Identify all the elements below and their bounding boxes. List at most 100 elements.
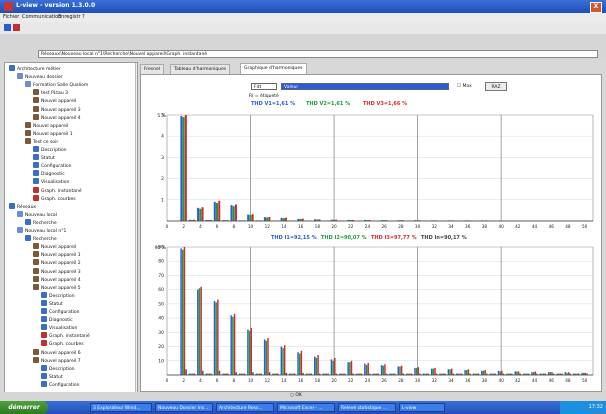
tree-item[interactable]: test PLtau 3 [33,89,68,97]
tree-item[interactable]: Graph. instantané [33,186,82,195]
tree-item[interactable]: Nouvel appareil 7 [33,356,81,365]
tree-item[interactable]: Test ce soir [25,137,58,146]
tree-item[interactable]: Réseaux [9,202,36,211]
tree-item[interactable]: Statut [41,372,63,381]
y-tick-label: 40 [158,316,164,322]
menu-help[interactable]: ? [82,14,85,20]
tree-item[interactable]: Nouvel appareil 2 [33,259,81,267]
tree-item[interactable]: Description [41,364,75,373]
tree-item[interactable]: Configuration [41,380,80,389]
tab-fresnel[interactable]: Fresnel [140,64,164,74]
x-tick-label: 18 [315,224,321,229]
source-select[interactable]: Valeur [281,83,449,90]
tree-item[interactable]: Graph. instantané [41,332,90,340]
tree-scrollbar[interactable] [135,63,137,393]
bar [197,207,200,221]
tree-item[interactable]: Nouvel appareil 1 [25,129,73,138]
bar [248,330,251,375]
y-tick-label: 60 [158,287,164,293]
tree-item[interactable]: Configuration [41,308,80,316]
record-icon[interactable] [13,24,20,31]
tree-item[interactable]: Nouvel appareil 3 [33,105,81,114]
tree-item[interactable]: Configuration [33,162,72,170]
x-tick-label: 34 [448,378,454,383]
bar [282,218,285,221]
reset-button[interactable]: RAZ [485,82,507,91]
bar [464,370,466,375]
task-architecture[interactable]: Architecture Ress... [216,403,274,412]
mode-select[interactable]: Fdt [251,83,277,90]
tree-item[interactable]: Nouvel appareil 1 [33,251,81,259]
tab-harmonics-table[interactable]: Tableau d'harmoniques [170,64,231,74]
tree-item[interactable]: Nouvel appareil 4 [33,275,81,284]
chart-icon [33,178,39,185]
bar [347,362,349,375]
tree-item[interactable]: Recherche [25,218,57,227]
max-checkbox[interactable]: ☐ Max [457,83,472,90]
search-icon [25,218,31,225]
tree-item[interactable]: Statut [33,154,55,162]
task-releve[interactable]: Relevé statistique ... [338,403,396,412]
tree-item[interactable]: Description [41,291,75,300]
tree-item[interactable]: Nouvel appareil [25,121,68,130]
x-tick-label: 14 [281,224,287,229]
close-button[interactable]: X [590,2,602,13]
tree-item-label: Nouvel appareil 4 [41,277,81,283]
tree-item[interactable]: Nouvel appareil 3 [33,267,81,276]
open-icon[interactable] [4,24,11,31]
tree-item-label: Description [41,148,67,153]
bar [268,216,271,221]
tree-item[interactable]: Nouveau dossier [17,73,63,81]
tree-item[interactable]: Nouvel appareil 4 [33,113,81,122]
device-icon [33,267,39,274]
ok-indicator[interactable]: ○ OK [290,393,302,398]
device-icon [33,356,39,363]
tree-item[interactable]: Nouveau local n°1 [17,227,66,235]
bar [201,207,204,221]
bar [265,340,268,375]
menu-communication[interactable]: Communication [22,14,61,20]
path-field[interactable]: Réseaux\Nouveau local n°1\Recherche\Nouv… [38,50,598,58]
task-explorer[interactable]: 3 Explorateur Wind... [90,403,152,412]
tree-item[interactable]: Statut [41,299,63,308]
tree-item[interactable]: Nouvel appareil 6 [33,348,81,357]
tree-item[interactable]: Graph. courbes [33,194,76,203]
task-folder[interactable]: Nouveau Dossier Ins... [155,403,213,412]
menu-enregistr[interactable]: Enregistr [58,14,81,20]
task-lview[interactable]: L-view [399,403,445,412]
start-button[interactable]: démarrer [0,401,48,414]
bar [247,214,250,221]
tree-item[interactable]: Formation Salle Qualiom [25,81,88,89]
tree-item[interactable]: Description [33,146,67,154]
tree-item[interactable]: Visualisation [33,178,69,186]
tree-item-label: Nouvel appareil [41,99,77,105]
clock: 17:32 [588,404,603,410]
x-tick-label: 36 [465,378,471,383]
tree-item[interactable]: Nouvel appareil 5 [33,283,81,292]
x-tick-label: 44 [532,378,538,383]
tree-item-label: Description [49,366,75,372]
x-tick-label: 28 [398,378,404,383]
bar [466,370,468,375]
tree-item-label: Graph. courbes [49,342,84,348]
tree-item-label: Nouvel appareil 3 [41,107,81,113]
config-icon [33,162,39,169]
bar [247,329,249,375]
menu-fichier[interactable]: Fichier [3,14,19,20]
tree-item[interactable]: Visualisation [41,324,77,332]
bar [183,247,186,375]
tree-item[interactable]: Nouvel appareil [33,243,76,251]
tree-item[interactable]: Nouvel appareil [33,97,76,105]
tree-item[interactable]: Architecture métier [9,65,61,73]
tree-item[interactable]: Graph. courbes [41,340,84,348]
tree-item[interactable]: Nouveau local [17,210,57,219]
navigation-tree: Architecture métier Nouveau dossier Format… [4,62,138,394]
voltage-harmonics-chart: 123455 %0 2 4 6 8 10 12 14 16 18 20 22 24 26 28 30 32 34 3… [157,113,594,229]
bar [263,339,266,375]
tree-item[interactable]: Recherche [25,235,57,243]
path-bar: Réseaux\Nouveau local n°1\Recherche\Nouv… [0,34,606,60]
tree-item[interactable]: Diagnostic [33,170,65,178]
task-excel[interactable]: Microsoft Excel - ... [277,403,335,412]
tab-harmonics-chart[interactable]: Graphique d'harmoniques [240,63,307,74]
tree-item[interactable]: Diagnostic [41,316,73,324]
